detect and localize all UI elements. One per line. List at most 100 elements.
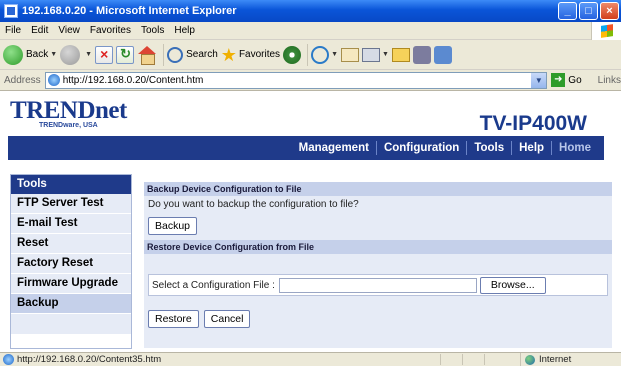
- back-button[interactable]: Back ▼: [3, 43, 57, 67]
- mail-icon: [341, 47, 359, 62]
- browse-button[interactable]: Browse...: [479, 276, 546, 294]
- nav-help[interactable]: Help: [512, 141, 553, 155]
- history-icon: [311, 45, 330, 64]
- top-nav: Management Configuration Tools Help Home: [8, 136, 604, 160]
- address-bar: Address http://192.168.0.20/Content.htm …: [0, 70, 621, 91]
- sidebar-item-email-test[interactable]: E-mail Test: [11, 214, 131, 234]
- file-select-label: Select a Configuration File :: [152, 279, 275, 291]
- model-title: TV-IP400W: [479, 112, 587, 135]
- forward-button[interactable]: ▼: [60, 43, 92, 67]
- print-icon: [362, 47, 380, 62]
- menu-view[interactable]: View: [53, 25, 85, 36]
- nav-management[interactable]: Management: [292, 141, 377, 155]
- page-icon: [3, 354, 14, 365]
- favorites-label: Favorites: [238, 49, 281, 60]
- chevron-down-icon[interactable]: ▼: [531, 72, 547, 88]
- go-button[interactable]: ➜ Go: [551, 73, 582, 87]
- menu-favorites[interactable]: Favorites: [85, 25, 136, 36]
- history-button[interactable]: ▼: [311, 43, 338, 67]
- home-button[interactable]: [137, 43, 157, 67]
- nav-home[interactable]: Home: [552, 141, 598, 155]
- restore-button[interactable]: Restore: [148, 310, 199, 328]
- main-panel: Backup Device Configuration to File Do y…: [144, 182, 612, 348]
- stop-icon: [95, 45, 114, 64]
- windows-logo-icon: [591, 22, 621, 40]
- chevron-down-icon[interactable]: ▼: [331, 51, 338, 58]
- nav-tools[interactable]: Tools: [467, 141, 513, 155]
- print-button[interactable]: ▼: [362, 43, 389, 67]
- search-button[interactable]: Search: [167, 43, 218, 67]
- links-button[interactable]: Links: [598, 75, 621, 86]
- refresh-button[interactable]: [116, 43, 135, 67]
- research-icon: [412, 45, 431, 64]
- sidebar-item-factory-reset[interactable]: Factory Reset: [11, 254, 131, 274]
- page-icon: [47, 74, 60, 86]
- chevron-down-icon[interactable]: ▼: [382, 51, 389, 58]
- page-content: TRENDnet TRENDware, USA TV-IP400W Manage…: [0, 91, 621, 352]
- stop-button[interactable]: [95, 43, 114, 67]
- backup-button[interactable]: Backup: [148, 217, 198, 235]
- media-button[interactable]: [283, 43, 302, 67]
- window-titlebar: 192.168.0.20 - Microsoft Internet Explor…: [0, 0, 621, 22]
- sidebar-item-reset[interactable]: Reset: [11, 234, 131, 254]
- maximize-button[interactable]: □: [579, 2, 598, 20]
- chevron-down-icon[interactable]: ▼: [50, 51, 57, 58]
- status-url: http://192.168.0.20/Content35.htm: [17, 354, 162, 365]
- folder-button[interactable]: [391, 43, 410, 67]
- window-controls: _ □ ×: [558, 2, 619, 20]
- backup-section: Do you want to backup the configuration …: [144, 196, 612, 240]
- toolbar-separator: [163, 43, 165, 66]
- logo-text: TRENDnet: [10, 97, 127, 124]
- restore-section: Select a Configuration File : Browse... …: [144, 254, 612, 348]
- home-icon: [137, 45, 157, 65]
- close-button[interactable]: ×: [600, 2, 619, 20]
- minimize-button[interactable]: _: [558, 2, 577, 20]
- menu-bar: File Edit View Favorites Tools Help: [0, 22, 621, 40]
- globe-icon: [525, 354, 535, 365]
- sidebar-filler: [11, 314, 131, 334]
- sidebar-header: Tools: [11, 175, 131, 194]
- nav-configuration[interactable]: Configuration: [377, 141, 468, 155]
- sidebar-item-ftp-server-test[interactable]: FTP Server Test: [11, 194, 131, 214]
- sidebar-item-firmware-upgrade[interactable]: Firmware Upgrade: [11, 274, 131, 294]
- back-arrow-icon: [3, 44, 23, 65]
- star-icon: ★: [220, 44, 237, 65]
- window-title: 192.168.0.20 - Microsoft Internet Explor…: [22, 5, 237, 17]
- browser-toolbar: Back ▼ ▼ Search ★ Favorites ▼ ▼: [0, 40, 621, 70]
- refresh-icon: [116, 45, 135, 64]
- go-label: Go: [568, 74, 582, 86]
- backup-question: Do you want to backup the configuration …: [148, 199, 359, 210]
- menu-help[interactable]: Help: [169, 25, 200, 36]
- cancel-button[interactable]: Cancel: [203, 310, 251, 328]
- media-icon: [283, 45, 302, 64]
- status-pane: [440, 354, 462, 365]
- menu-file[interactable]: File: [0, 25, 26, 36]
- status-bar: http://192.168.0.20/Content35.htm Intern…: [0, 352, 621, 366]
- security-zone: Internet: [520, 353, 571, 366]
- config-file-input[interactable]: [278, 277, 477, 293]
- menu-edit[interactable]: Edit: [26, 25, 53, 36]
- forward-arrow-icon: [60, 44, 81, 65]
- sidebar: Tools FTP Server Test E-mail Test Reset …: [10, 174, 132, 349]
- status-pane: [462, 354, 484, 365]
- toolbar-separator: [307, 43, 309, 66]
- back-label: Back: [26, 49, 49, 60]
- chevron-down-icon[interactable]: ▼: [85, 51, 92, 58]
- zone-label: Internet: [539, 354, 572, 365]
- favorites-button[interactable]: ★ Favorites: [221, 43, 280, 67]
- restore-section-title: Restore Device Configuration from File: [144, 240, 612, 254]
- go-arrow-icon: ➜: [551, 73, 566, 87]
- menu-tools[interactable]: Tools: [136, 25, 169, 36]
- messenger-button[interactable]: [433, 43, 452, 67]
- sidebar-item-backup[interactable]: Backup: [11, 294, 131, 314]
- mail-button[interactable]: [341, 43, 359, 67]
- address-input[interactable]: http://192.168.0.20/Content.htm ▼: [44, 71, 548, 89]
- ie-icon: [4, 4, 18, 18]
- status-pane: [484, 354, 506, 365]
- research-button[interactable]: [412, 43, 431, 67]
- status-panes: [440, 354, 506, 365]
- address-label: Address: [4, 74, 41, 86]
- trendnet-logo: TRENDnet TRENDware, USA: [10, 97, 127, 129]
- backup-section-title: Backup Device Configuration to File: [144, 182, 612, 196]
- messenger-icon: [433, 45, 452, 64]
